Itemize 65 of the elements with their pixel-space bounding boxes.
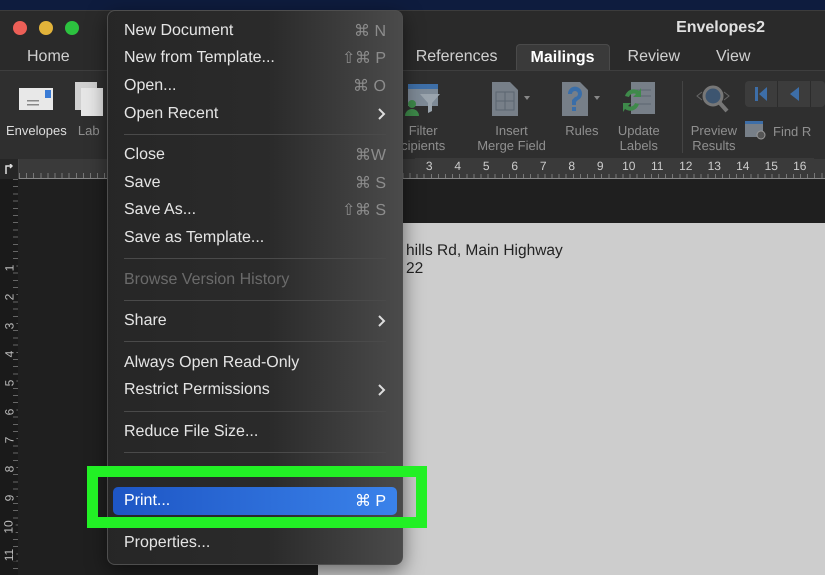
ribbon-button[interactable]: Insert Merge Field <box>477 81 546 153</box>
ruler-number: 5 <box>472 158 500 174</box>
menu-item[interactable]: Reduce File Size... <box>113 418 397 446</box>
ruler-number: 10 <box>2 520 16 534</box>
ruler-number: 2 <box>2 294 16 300</box>
tab-stop-icon[interactable] <box>5 164 13 174</box>
menu-item[interactable]: Properties... <box>113 528 397 556</box>
ruler-number: 7 <box>529 158 558 174</box>
menu-item[interactable]: Open... ⌘ O <box>113 72 397 100</box>
ribbon-button[interactable]: Lab <box>74 81 103 138</box>
ruler-number: 5 <box>2 380 16 386</box>
zoom-button[interactable] <box>65 20 79 34</box>
find-recipient-button[interactable]: Find R <box>745 121 825 141</box>
ruler-number: 7 <box>2 437 16 444</box>
label-sheet-icon <box>74 82 103 116</box>
ruler-number: 3 <box>2 322 16 330</box>
first-record-icon <box>754 86 768 102</box>
ruler-number: 3 <box>415 158 444 174</box>
ruler-number: 13 <box>700 158 728 174</box>
ruler-number: 6 <box>500 158 529 174</box>
ruler-number: 14 <box>728 158 757 174</box>
ruler-number: 6 <box>2 408 16 416</box>
menu-item[interactable]: Save ⌘ S <box>113 168 397 197</box>
ruler-number: 8 <box>2 466 16 472</box>
menu-item[interactable]: Close ⌘W <box>113 141 397 169</box>
ribbon-button[interactable]: Rules <box>560 81 604 138</box>
ribbon-button[interactable]: Update Labels <box>618 81 660 153</box>
ribbon-tab[interactable]: Mailings <box>516 44 610 70</box>
ruler-number: 16 <box>786 158 814 174</box>
ribbon-tab[interactable]: Home <box>9 44 88 70</box>
ruler-number: 1 <box>2 265 16 272</box>
menu-item[interactable]: Print... ⌘ P <box>113 487 397 515</box>
menu-item[interactable]: Share <box>113 307 397 335</box>
previous-record-icon <box>788 86 800 102</box>
ribbon-tab[interactable]: Review <box>610 44 698 70</box>
find-recipient-icon <box>745 121 767 141</box>
menu-item[interactable]: New Document ⌘ N <box>113 17 397 45</box>
ruler-number: 11 <box>2 548 16 562</box>
menu-item[interactable]: Restrict Permissions <box>113 376 397 404</box>
address-line: 22 <box>406 260 424 278</box>
menu-item[interactable]: New from Template... ⇧⌘ P <box>113 44 397 72</box>
ruler-number: 10 <box>614 158 643 174</box>
menu-item[interactable]: Save as Template... <box>113 224 397 252</box>
ruler-number: 8 <box>558 158 586 174</box>
menu-item[interactable]: Open Recent <box>113 100 397 128</box>
close-button[interactable] <box>13 20 27 34</box>
refresh-document-icon <box>620 82 657 116</box>
minimize-button[interactable] <box>39 20 53 34</box>
ruler-number: 4 <box>2 351 16 358</box>
ribbon-button[interactable]: Preview Results <box>690 81 737 153</box>
ribbon-tab[interactable]: View <box>698 44 768 70</box>
window-title: Envelopes2 <box>676 18 765 36</box>
ruler-number: 4 <box>444 158 472 174</box>
ruler-number: 12 <box>672 158 700 174</box>
envelope-icon <box>19 86 54 112</box>
ruler-number: 15 <box>757 158 786 174</box>
menu-item[interactable]: Save As... ⇧⌘ S <box>113 196 397 224</box>
ruler-number: 11 <box>643 158 672 174</box>
address-line: hills Rd, Main Highway <box>406 242 564 260</box>
ribbon-tab[interactable]: References <box>398 44 516 70</box>
ribbon-button[interactable]: Envelopes <box>6 81 67 138</box>
filter-icon <box>404 82 442 116</box>
ruler-number: 9 <box>2 494 16 502</box>
ruler-number: 9 <box>586 158 614 174</box>
menu-item[interactable]: Always Open Read-Only <box>113 348 397 377</box>
